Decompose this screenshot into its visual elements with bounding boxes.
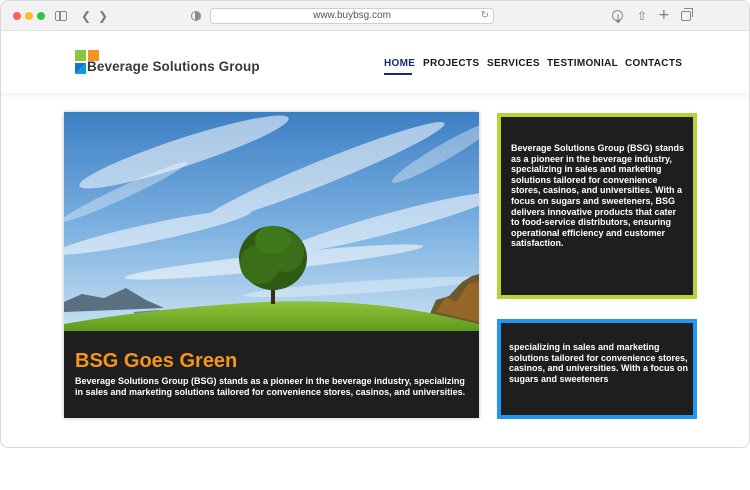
- tabs-icon[interactable]: [681, 8, 693, 21]
- address-bar[interactable]: www.buybsg.com ↻: [210, 8, 494, 24]
- info-card-primary[interactable]: Beverage Solutions Group (BSG) stands as…: [497, 113, 697, 299]
- logo-text[interactable]: Beverage Solutions Group: [87, 59, 260, 74]
- reload-icon[interactable]: ↻: [481, 9, 489, 23]
- close-window-button[interactable]: [13, 12, 21, 20]
- forward-icon[interactable]: ❯: [98, 8, 108, 24]
- nav-contacts[interactable]: CONTACTS: [625, 58, 682, 69]
- new-tab-icon[interactable]: +: [658, 7, 670, 23]
- browser-toolbar: ❮ ❯ www.buybsg.com ↻ ↓ ⇧ +: [1, 1, 749, 31]
- info-card-secondary-text: specializing in sales and marketing solu…: [509, 342, 688, 384]
- nav-testimonial[interactable]: TESTIMONIAL: [547, 58, 618, 69]
- zoom-window-button[interactable]: [37, 12, 45, 20]
- header-divider: [1, 93, 749, 99]
- sidebar-icon[interactable]: [55, 11, 67, 21]
- info-card-secondary[interactable]: specializing in sales and marketing solu…: [497, 319, 697, 419]
- back-icon[interactable]: ❮: [81, 8, 91, 24]
- nav-home[interactable]: HOME: [384, 58, 415, 69]
- hero-photo-tree: [64, 112, 479, 331]
- nav-projects[interactable]: PROJECTS: [423, 58, 479, 69]
- info-card-primary-text: Beverage Solutions Group (BSG) stands as…: [511, 143, 685, 249]
- minimize-window-button[interactable]: [25, 12, 33, 20]
- hero-body: Beverage Solutions Group (BSG) stands as…: [75, 376, 466, 397]
- browser-window: ❮ ❯ www.buybsg.com ↻ ↓ ⇧ + Beverage Solu…: [0, 0, 750, 448]
- privacy-icon[interactable]: [191, 11, 201, 21]
- nav-services[interactable]: SERVICES: [487, 58, 540, 69]
- address-url: www.buybsg.com: [313, 10, 391, 21]
- hero-card[interactable]: BSG Goes Green Beverage Solutions Group …: [64, 112, 479, 418]
- download-icon[interactable]: ↓: [612, 10, 623, 26]
- nav-active-underline: [384, 73, 412, 75]
- hero-title: BSG Goes Green: [75, 350, 238, 372]
- share-icon[interactable]: ⇧: [637, 8, 647, 24]
